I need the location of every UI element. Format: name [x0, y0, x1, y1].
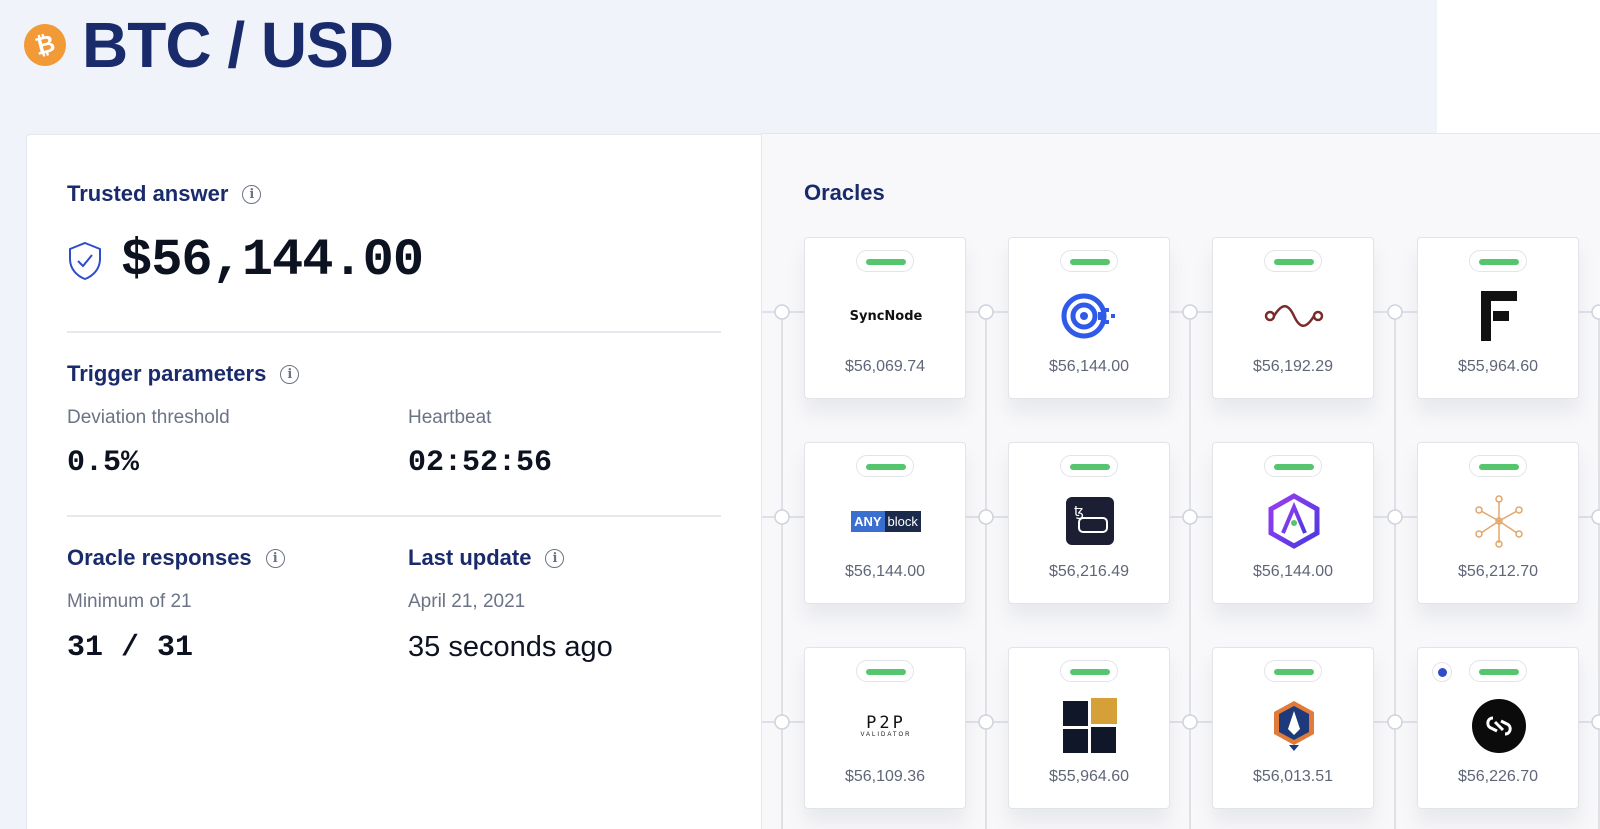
oracle-price: $56,216.49 [1048, 563, 1130, 580]
oracle-price: $56,192.29 [1252, 358, 1334, 375]
info-icon[interactable]: i [242, 184, 262, 204]
trusted-answer-value: $56,144.00 [121, 231, 424, 290]
trusted-answer-heading: Trusted answer i [67, 181, 262, 207]
deviation-threshold-value: 0.5% [67, 446, 140, 480]
last-update-ago: 35 seconds ago [408, 631, 613, 663]
oracle-price: $56,226.70 [1457, 768, 1539, 785]
trigger-parameters-heading: Trigger parameters i [67, 361, 300, 387]
hexagon-a-logo-icon [1254, 493, 1334, 549]
oracle-card[interactable]: $56,192.29 [1212, 237, 1374, 399]
oracle-card[interactable]: SyncNode $56,069.74 [804, 237, 966, 399]
heartbeat-value: 02:52:56 [408, 446, 553, 480]
status-pill [856, 455, 914, 477]
oracle-responses-value: 31 / 31 [67, 631, 194, 665]
minimum-responses-label: Minimum of 21 [67, 591, 192, 612]
oracle-card[interactable]: ꜩ $56,216.49 [1008, 442, 1170, 604]
status-pill [1469, 455, 1527, 477]
anyblock-logo-icon: ANY block [846, 495, 926, 547]
trusted-answer-row: $56,144.00 [67, 231, 424, 290]
last-update-date: April 21, 2021 [408, 591, 526, 612]
oracle-card[interactable]: P2P VALIDATOR $56,109.36 [804, 647, 966, 809]
oracle-price: $56,144.00 [1252, 563, 1334, 580]
wave-logo-icon [1254, 290, 1334, 342]
tezos-wallet-logo-icon: ꜩ [1050, 495, 1130, 547]
status-pill [1469, 250, 1527, 272]
network-nodes-logo-icon [1459, 495, 1539, 548]
oracle-price: $55,964.60 [1048, 768, 1130, 785]
divider [67, 515, 721, 517]
status-pill [1060, 455, 1118, 477]
status-pill [856, 250, 914, 272]
oracle-card[interactable]: $55,964.60 [1008, 647, 1170, 809]
trusted-answer-label: Trusted answer [67, 181, 229, 206]
last-update-label: Last update [408, 545, 532, 570]
p2p-validator-logo-icon: P2P VALIDATOR [860, 712, 912, 738]
bitcoin-icon: ₿ [19, 19, 71, 71]
oracle-price: $56,013.51 [1252, 768, 1334, 785]
status-pill [1469, 660, 1527, 682]
header-right-blank [1437, 0, 1600, 134]
last-update-heading: Last update i [408, 545, 565, 571]
oracle-card[interactable]: $55,964.60 [1417, 237, 1579, 399]
status-pill [1060, 250, 1118, 272]
oracle-responses-heading: Oracle responses i [67, 545, 285, 571]
selected-indicator [1432, 662, 1452, 682]
oracle-price: $55,964.60 [1457, 358, 1539, 375]
feed-summary-panel: Trusted answer i $56,144.00 Trigger para… [26, 134, 762, 829]
shield-check-icon [69, 241, 101, 280]
heartbeat-label: Heartbeat [408, 407, 492, 428]
oracle-card[interactable]: $56,212.70 [1417, 442, 1579, 604]
target-logo-icon [1050, 290, 1130, 342]
page-title: BTC / USD [82, 9, 394, 81]
info-icon[interactable]: i [545, 548, 565, 568]
oracle-price: $56,069.74 [844, 358, 926, 375]
oracle-card[interactable]: $56,144.00 [1212, 442, 1374, 604]
divider [67, 331, 721, 333]
status-pill [1264, 455, 1322, 477]
status-pill [1264, 250, 1322, 272]
syncnode-logo-icon: SyncNode [849, 308, 923, 324]
oracle-price: $56,109.36 [844, 768, 926, 785]
info-icon[interactable]: i [265, 548, 285, 568]
info-icon[interactable]: i [280, 364, 300, 384]
oracle-card[interactable]: $56,226.70 [1417, 647, 1579, 809]
trigger-parameters-label: Trigger parameters [67, 361, 267, 386]
oracle-price: $56,212.70 [1457, 563, 1539, 580]
oracle-price: $56,144.00 [844, 563, 926, 580]
oracle-card[interactable]: ANY block $56,144.00 [804, 442, 966, 604]
deviation-threshold-label: Deviation threshold [67, 407, 230, 428]
shield-pen-logo-icon [1254, 700, 1334, 752]
oracle-responses-label: Oracle responses [67, 545, 252, 570]
fiews-logo-icon [1459, 290, 1539, 342]
oracle-card[interactable]: $56,144.00 [1008, 237, 1170, 399]
oracles-panel: Oracles SyncNode $56,069.74 $56,144.00 $… [761, 133, 1600, 829]
status-pill [1264, 660, 1322, 682]
oracle-price: $56,144.00 [1048, 358, 1130, 375]
oracle-card[interactable]: $56,013.51 [1212, 647, 1374, 809]
blocks-logo-icon [1050, 698, 1130, 753]
page-header: ₿ BTC / USD [19, 9, 394, 81]
status-pill [856, 660, 914, 682]
status-pill [1060, 660, 1118, 682]
chain-link-logo-icon [1459, 699, 1539, 753]
